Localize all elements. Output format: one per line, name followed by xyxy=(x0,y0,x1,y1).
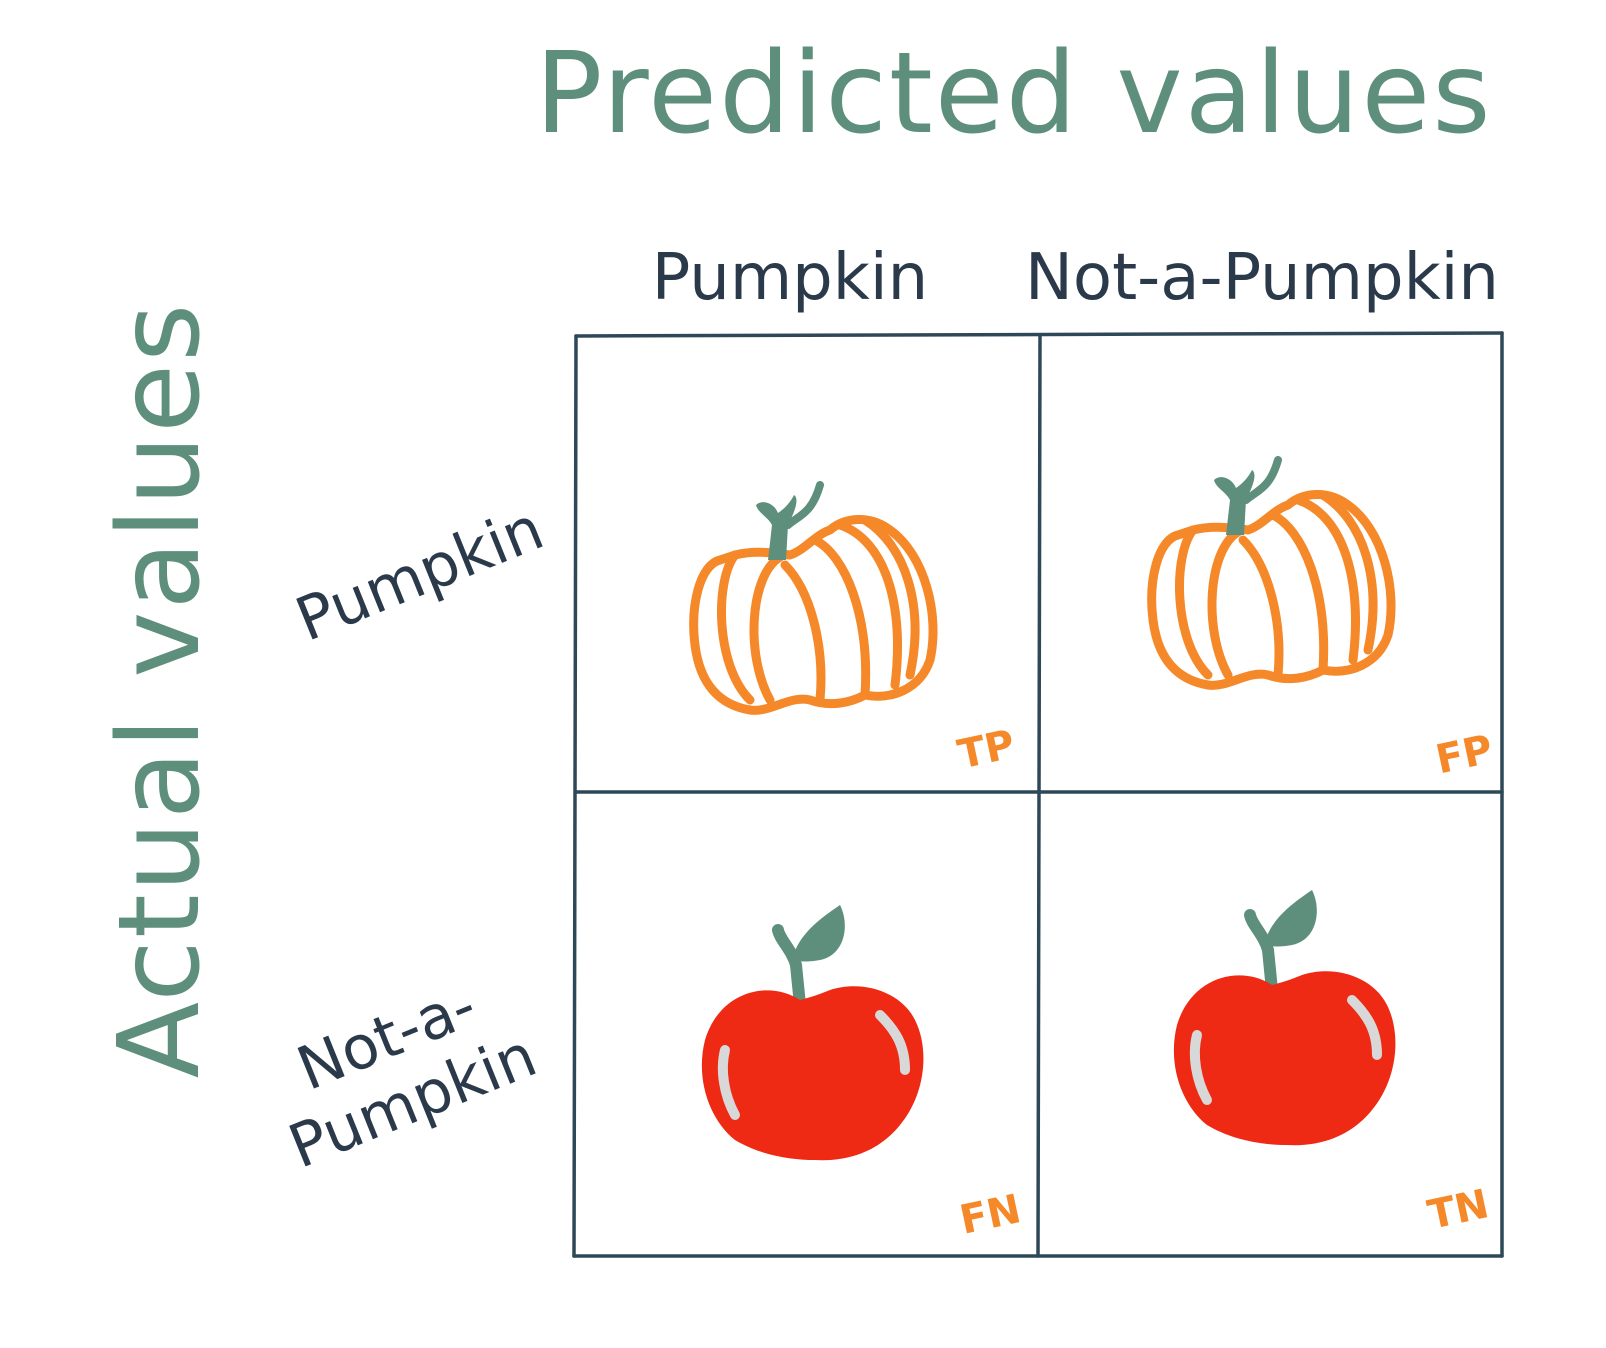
cell-tag-tp: TP xyxy=(953,721,1019,779)
pumpkin-icon xyxy=(694,485,933,710)
confusion-matrix xyxy=(572,331,1504,1258)
grid-line-middle-vertical xyxy=(1036,334,1042,1258)
apple-icon xyxy=(702,905,924,1160)
cell-tag-tn: TN xyxy=(1423,1181,1493,1239)
pumpkin-icon xyxy=(1152,460,1391,685)
apple-icon xyxy=(1174,890,1396,1145)
grid-line-left xyxy=(572,334,578,1258)
cell-tag-fp: FP xyxy=(1431,726,1497,784)
cell-tag-fn: FN xyxy=(955,1186,1025,1244)
